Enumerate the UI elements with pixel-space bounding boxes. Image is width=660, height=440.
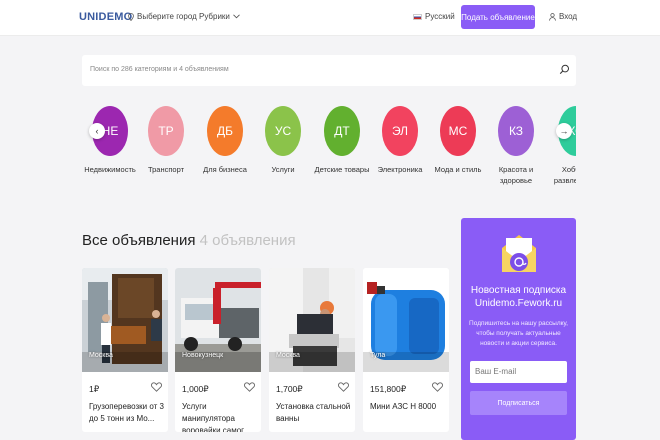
listing-card[interactable]: Москва 1,700₽ Установка стальной ванны xyxy=(269,268,355,432)
category-label: Электроника xyxy=(377,165,423,174)
listing-price: 1₽ xyxy=(89,384,100,394)
search-bar[interactable]: Поиск по 286 категориям и 4 объявлениям xyxy=(82,55,576,86)
heart-icon[interactable] xyxy=(244,382,255,392)
search-icon[interactable] xyxy=(559,64,570,75)
carousel-next-button[interactable]: → xyxy=(556,123,572,139)
rubrics-label: Рубрики xyxy=(199,12,230,21)
category-item[interactable]: УС Услуги xyxy=(254,106,312,175)
arrow-right-icon: → xyxy=(559,126,569,136)
site-logo[interactable]: UNIDEMO xyxy=(79,11,132,23)
category-item[interactable]: КЗ Красота и здоровье xyxy=(487,106,545,186)
category-circle: МС xyxy=(440,106,476,156)
heart-icon[interactable] xyxy=(151,382,162,392)
category-label: Детские товары xyxy=(314,165,370,174)
category-circle: КЗ xyxy=(498,106,534,156)
category-circle: УС xyxy=(265,106,301,156)
city-selector-label: Выберите город xyxy=(137,12,197,21)
listings-count: 4 объявления xyxy=(199,232,296,249)
mail-envelope-icon xyxy=(502,235,536,272)
category-label: Недвижимость xyxy=(84,165,136,174)
category-circle: ТР xyxy=(148,106,184,156)
login-label: Вход xyxy=(559,12,578,21)
listing-location: Тула xyxy=(370,352,386,359)
chevron-down-icon xyxy=(233,14,240,19)
listings-heading: Все объявления 4 объявления xyxy=(82,232,296,249)
listing-title[interactable]: Грузоперевозки от 3 до 5 тонн из Мо... xyxy=(89,401,165,425)
category-label: Мода и стиль xyxy=(434,165,482,174)
listing-price: 1,000₽ xyxy=(182,384,209,394)
listing-card[interactable]: Тула 151,800₽ Мини АЗС Н 8000 xyxy=(363,268,449,432)
category-item[interactable]: МС Мода и стиль xyxy=(429,106,487,175)
newsletter-panel: Новостная подписка Unidemo.Fework.ru Под… xyxy=(461,218,576,440)
category-circle: ЭЛ xyxy=(382,106,418,156)
rubrics-dropdown[interactable]: Рубрики xyxy=(199,12,240,21)
category-item[interactable]: ЭЛ Электроника xyxy=(371,106,429,175)
category-label: Транспорт xyxy=(147,165,185,174)
category-circle: ДБ xyxy=(207,106,243,156)
language-selector[interactable]: Русский xyxy=(413,12,455,21)
category-item[interactable]: НЕ Недвижимость xyxy=(82,106,139,175)
language-label: Русский xyxy=(425,12,455,21)
category-item[interactable]: ДБ Для бизнеса xyxy=(196,106,254,175)
listing-title[interactable]: Услуги манипулятора воровайки самог... xyxy=(182,401,258,432)
listing-card[interactable]: Новокузнецк 1,000₽ Услуги манипулятора в… xyxy=(175,268,261,432)
post-ad-button[interactable]: Подать объявление xyxy=(461,5,535,29)
listings-heading-text: Все объявления xyxy=(82,232,196,249)
listing-location: Москва xyxy=(89,352,113,359)
category-item[interactable]: ТР Транспорт xyxy=(137,106,195,175)
location-pin-icon xyxy=(128,12,134,21)
listing-price: 151,800₽ xyxy=(370,384,407,394)
category-label: Хобби и развлечения xyxy=(553,165,576,185)
category-label: Красота и здоровье xyxy=(498,165,534,185)
listing-price: 1,700₽ xyxy=(276,384,303,394)
newsletter-description: Подпишитесь на нашу рассылку, чтобы полу… xyxy=(469,320,568,347)
carousel-prev-button[interactable]: ‹ xyxy=(89,123,105,139)
category-circle: ДТ xyxy=(324,106,360,156)
newsletter-title: Новостная подписка Unidemo.Fework.ru xyxy=(470,285,567,309)
listing-location: Новокузнецк xyxy=(182,352,224,359)
email-field[interactable]: Ваш E-mail xyxy=(470,361,567,383)
chevron-left-icon: ‹ xyxy=(95,126,99,136)
category-carousel: НЕ Недвижимость ТР Транспорт ДБ Для бизн… xyxy=(82,106,576,190)
listing-title[interactable]: Мини АЗС Н 8000 xyxy=(370,401,446,413)
category-label: Для бизнеса xyxy=(203,165,247,174)
heart-icon[interactable] xyxy=(338,382,349,392)
category-item[interactable]: ДТ Детские товары xyxy=(313,106,371,175)
listing-title[interactable]: Установка стальной ванны xyxy=(276,401,352,425)
subscribe-button[interactable]: Подписаться xyxy=(470,391,567,415)
city-selector[interactable]: Выберите город xyxy=(128,12,197,21)
category-label: Услуги xyxy=(271,165,295,174)
user-icon xyxy=(549,12,556,21)
heart-icon[interactable] xyxy=(432,382,443,392)
search-input[interactable]: Поиск по 286 категориям и 4 объявлениям xyxy=(90,66,229,73)
listing-location: Москва xyxy=(276,352,300,359)
russia-flag-icon xyxy=(413,13,422,20)
category-item[interactable]: ХО Хобби и развлечения xyxy=(547,106,576,186)
top-header: UNIDEMO Выберите город Рубрики Русский П… xyxy=(0,0,660,36)
listing-card[interactable]: Москва 1₽ Грузоперевозки от 3 до 5 тонн … xyxy=(82,268,168,432)
login-link[interactable]: Вход xyxy=(549,12,577,21)
